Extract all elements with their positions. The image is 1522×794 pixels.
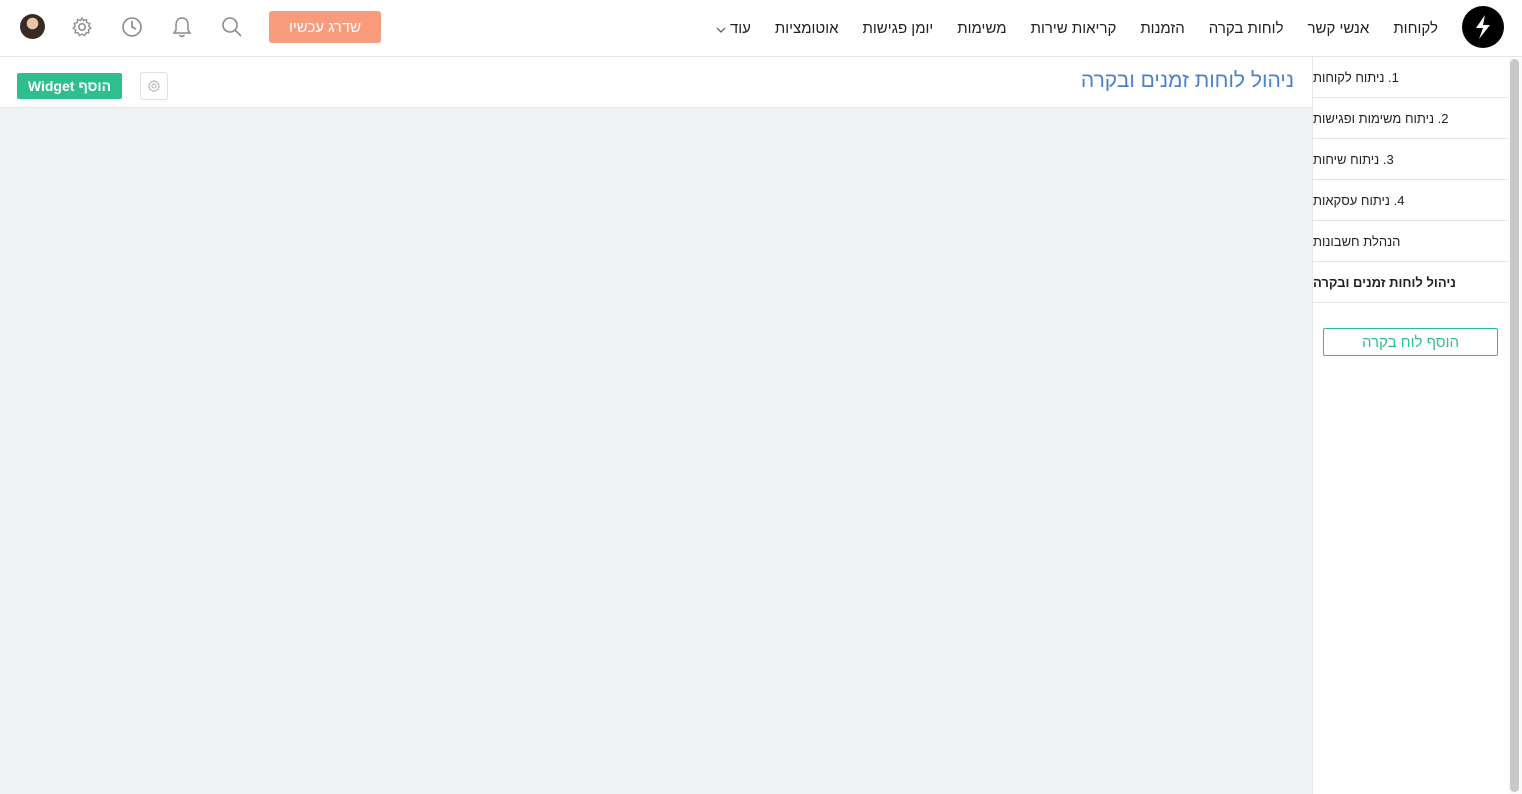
page-title: ניהול לוחות זמנים ובקרה <box>1080 69 1294 92</box>
sidebar-item-label: ניהול לוחות זמנים ובקרה <box>1313 274 1456 290</box>
sidebar-item-label: 4. ניתוח עסקאות <box>1313 192 1405 208</box>
top-navbar: לקוחות אנשי קשר לוחות בקרה הזמנות קריאות… <box>0 0 1522 57</box>
nav-item-tasks[interactable]: משימות <box>957 20 1006 37</box>
lightning-logo-icon <box>1476 15 1490 39</box>
page-header: ניהול לוחות זמנים ובקרה הוסף Widget <box>0 57 1312 108</box>
search-icon[interactable] <box>219 14 245 40</box>
sidebar-item-label: הנהלת חשבונות <box>1313 233 1401 249</box>
upgrade-button[interactable]: שדרג עכשיו <box>269 11 381 43</box>
gear-icon <box>147 79 161 93</box>
add-widget-button[interactable]: הוסף Widget <box>17 73 122 99</box>
chevron-down-icon <box>716 27 726 33</box>
sidebar-item-label: 1. ניתוח לקוחות <box>1313 69 1399 85</box>
dashboard-canvas <box>0 108 1312 794</box>
bell-icon[interactable] <box>169 14 195 40</box>
sidebar-item-tasks-meetings-analysis[interactable]: 2. ניתוח משימות ופגישות <box>1313 98 1508 139</box>
nav-item-contacts[interactable]: אנשי קשר <box>1308 20 1370 37</box>
nav-item-dashboards[interactable]: לוחות בקרה <box>1209 20 1284 37</box>
nav-item-automations[interactable]: אוטומציות <box>775 20 839 37</box>
sidebar-item-schedule-control[interactable]: ניהול לוחות זמנים ובקרה <box>1313 262 1508 303</box>
add-dashboard-button[interactable]: הוסף לוח בקרה <box>1323 328 1498 356</box>
sidebar-item-label: 2. ניתוח משימות ופגישות <box>1313 110 1449 126</box>
nav-item-service-calls[interactable]: קריאות שירות <box>1031 20 1117 37</box>
sidebar-item-accounting[interactable]: הנהלת חשבונות <box>1313 221 1508 262</box>
app-logo[interactable] <box>1462 6 1504 48</box>
sidebar-item-deals-analysis[interactable]: 4. ניתוח עסקאות <box>1313 180 1508 221</box>
dashboard-settings-button[interactable] <box>140 72 168 100</box>
nav-item-customers[interactable]: לקוחות <box>1393 20 1438 37</box>
user-avatar[interactable] <box>20 14 45 39</box>
sidebar-item-calls-analysis[interactable]: 3. ניתוח שיחות <box>1313 139 1508 180</box>
sidebar-item-label: 3. ניתוח שיחות <box>1313 151 1394 167</box>
main-nav: לקוחות אנשי קשר לוחות בקרה הזמנות קריאות… <box>692 0 1438 56</box>
nav-more-label: עוד <box>729 19 751 37</box>
clock-icon[interactable] <box>119 14 145 40</box>
scrollbar-thumb[interactable] <box>1510 59 1519 792</box>
gear-icon[interactable] <box>69 14 95 40</box>
nav-item-orders[interactable]: הזמנות <box>1140 20 1184 37</box>
sidebar-item-customer-analysis[interactable]: 1. ניתוח לקוחות <box>1313 57 1508 98</box>
dashboards-sidebar: 1. ניתוח לקוחות 2. ניתוח משימות ופגישות … <box>1312 57 1508 794</box>
nav-item-more[interactable]: עוד <box>716 20 751 37</box>
nav-item-calendar[interactable]: יומן פגישות <box>863 20 934 37</box>
